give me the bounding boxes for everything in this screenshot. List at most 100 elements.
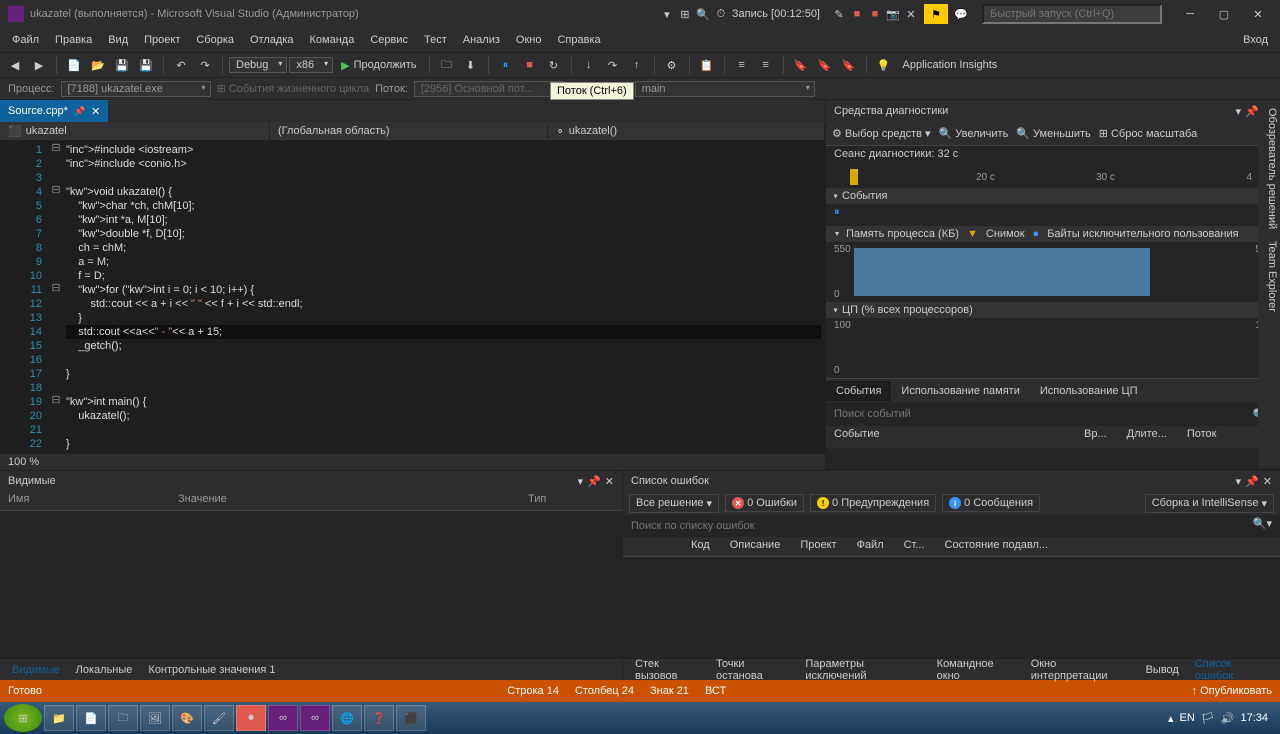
timeline[interactable]: 20 с 30 с 4 — [826, 166, 1280, 188]
col-desc[interactable]: Описание — [730, 539, 781, 554]
toolbar-icon[interactable]: ⊞ — [678, 7, 692, 21]
menu-help[interactable]: Справка — [549, 31, 608, 49]
notification-flag-icon[interactable]: ⚑ — [924, 4, 948, 24]
restart-icon[interactable]: ↻ — [543, 54, 565, 76]
cpu-section[interactable]: ЦП (% всех процессоров) — [826, 302, 1280, 318]
menu-debug[interactable]: Отладка — [242, 31, 301, 49]
minimize-button[interactable]: ─ — [1176, 4, 1204, 24]
nav-global-combo[interactable]: (Глобальная область) — [270, 123, 548, 139]
close-tab-icon[interactable]: ✕ — [91, 105, 100, 118]
col-supp[interactable]: Состояние подавл... — [945, 539, 1049, 554]
pin-icon[interactable]: 📌 — [1245, 105, 1259, 118]
clock-icon[interactable]: ⏱ — [714, 7, 728, 21]
col-type[interactable]: Тип — [528, 493, 546, 508]
tab-locals[interactable]: Локальные — [68, 661, 141, 679]
step-icon[interactable]: ↑ — [626, 54, 648, 76]
tab-errorlist[interactable]: Список ошибок — [1187, 655, 1276, 685]
taskbar-icon[interactable]: 🎨 — [172, 705, 202, 731]
dropdown-icon[interactable]: ▾ — [1236, 475, 1242, 488]
taskbar-vs-icon[interactable]: ∞ — [268, 705, 298, 731]
taskbar-icon[interactable]: ⏺ — [236, 705, 266, 731]
tool-icon[interactable]: ⚙ — [661, 54, 683, 76]
menu-test[interactable]: Тест — [416, 31, 455, 49]
menu-build[interactable]: Сборка — [188, 31, 242, 49]
pin-icon[interactable]: 📌 — [74, 106, 85, 117]
tool-icon[interactable]: 📋 — [696, 54, 718, 76]
new-icon[interactable]: 📄 — [63, 54, 85, 76]
taskbar-icon[interactable]: 🖌 — [204, 705, 234, 731]
start-button[interactable]: ⊞ — [4, 704, 42, 732]
pencil-icon[interactable]: ✎ — [832, 7, 846, 21]
step-icon[interactable]: ↷ — [602, 54, 624, 76]
tool-icon[interactable]: ≡ — [731, 54, 753, 76]
redo-icon[interactable]: ↷ — [194, 54, 216, 76]
feedback-icon[interactable]: 💬 — [954, 7, 968, 21]
undo-icon[interactable]: ↶ — [170, 54, 192, 76]
tab-output[interactable]: Вывод — [1138, 661, 1187, 679]
nav-back-icon[interactable]: ◀ — [4, 54, 26, 76]
memory-chart[interactable]: 550 0 550 0 — [826, 242, 1280, 302]
tab-immediate[interactable]: Окно интерпретации — [1023, 655, 1138, 685]
bookmark-icon[interactable]: 🔖 — [790, 54, 812, 76]
col-proj[interactable]: Проект — [800, 539, 836, 554]
close-button[interactable]: ✕ — [1244, 4, 1272, 24]
tab-visible[interactable]: Видимые — [4, 661, 68, 679]
close-icon[interactable]: ✕ — [1263, 475, 1272, 488]
search-icon[interactable]: 🔍▾ — [1253, 517, 1272, 535]
publish-button[interactable]: ↑ Опубликовать — [1192, 685, 1273, 697]
col-name[interactable]: Имя — [8, 493, 178, 508]
frame-combo[interactable]: main — [635, 81, 815, 97]
error-search-input[interactable] — [631, 517, 1253, 535]
nav-fwd-icon[interactable]: ▶ — [28, 54, 50, 76]
stop-debug-icon[interactable]: ■ — [519, 54, 541, 76]
menu-project[interactable]: Проект — [136, 31, 188, 49]
taskbar-vs-icon[interactable]: ∞ — [300, 705, 330, 731]
cpu-chart[interactable]: 100 0 100 0 — [826, 318, 1280, 378]
col-event[interactable]: Событие — [834, 428, 1064, 446]
select-tools-button[interactable]: ⚙ Выбор средств ▾ — [832, 127, 931, 140]
team-explorer-tab[interactable]: Team Explorer — [1260, 241, 1278, 312]
camera-icon[interactable]: 📷 — [886, 7, 900, 21]
save-icon[interactable]: 💾 — [111, 54, 133, 76]
taskbar-icon[interactable]: 📁 — [44, 705, 74, 731]
menu-view[interactable]: Вид — [100, 31, 136, 49]
menu-window[interactable]: Окно — [508, 31, 550, 49]
tool-icon[interactable]: ⬇ — [460, 54, 482, 76]
open-icon[interactable]: 📂 — [87, 54, 109, 76]
lifecycle-label[interactable]: ⊞ События жизненного цикла — [217, 82, 370, 95]
tray-icon[interactable]: 🔊 — [1221, 712, 1235, 725]
zoom-out-button[interactable]: 🔍 Уменьшить — [1016, 127, 1090, 140]
config-combo[interactable]: Debug — [229, 57, 287, 73]
menu-file[interactable]: Файл — [4, 31, 47, 49]
bookmark-icon[interactable]: 🔖 — [814, 54, 836, 76]
code-editor[interactable]: 12345678910111213141516171819202122 ⊟⊟⊟⊟… — [0, 141, 825, 453]
toolbar-icon[interactable]: ▾ — [660, 7, 674, 21]
warnings-filter[interactable]: !0 Предупреждения — [810, 494, 936, 512]
col-line[interactable]: Ст... — [904, 539, 925, 554]
taskbar-icon[interactable]: ⬛ — [396, 705, 426, 731]
tab-breakpoints[interactable]: Точки останова — [708, 655, 797, 685]
nav-func-combo[interactable]: ⚬ ukazatel() — [548, 123, 826, 140]
tab-exceptions[interactable]: Параметры исключений — [797, 655, 928, 685]
reset-zoom-button[interactable]: ⊞ Сброс масштаба — [1099, 127, 1197, 140]
pin-icon[interactable]: 📌 — [1245, 475, 1259, 488]
quick-launch-input[interactable] — [982, 4, 1162, 24]
taskbar-icon[interactable]: 📄 — [76, 705, 106, 731]
col-time[interactable]: Вр... — [1084, 428, 1107, 446]
messages-filter[interactable]: i0 Сообщения — [942, 494, 1040, 512]
close-rec-icon[interactable]: ✕ — [904, 7, 918, 21]
file-tab[interactable]: Source.cpp* 📌 ✕ — [0, 100, 108, 122]
insights-icon[interactable]: 💡 — [873, 54, 895, 76]
solution-explorer-tab[interactable]: Обозреватель решений — [1260, 108, 1278, 229]
nav-scope-combo[interactable]: ⬛ ukazatel — [0, 123, 270, 140]
clock[interactable]: 17:34 — [1240, 712, 1268, 724]
tab-watch[interactable]: Контрольные значения 1 — [140, 661, 283, 679]
errors-filter[interactable]: ✕0 Ошибки — [725, 494, 804, 512]
event-search-input[interactable] — [834, 408, 1253, 420]
diag-tab-cpu[interactable]: Использование ЦП — [1030, 381, 1148, 401]
col-value[interactable]: Значение — [178, 493, 528, 508]
maximize-button[interactable]: ▢ — [1210, 4, 1238, 24]
platform-combo[interactable]: x86 — [289, 57, 333, 73]
scope-combo[interactable]: Все решение ▾ — [629, 494, 719, 513]
pin-icon[interactable]: 📌 — [587, 475, 601, 488]
